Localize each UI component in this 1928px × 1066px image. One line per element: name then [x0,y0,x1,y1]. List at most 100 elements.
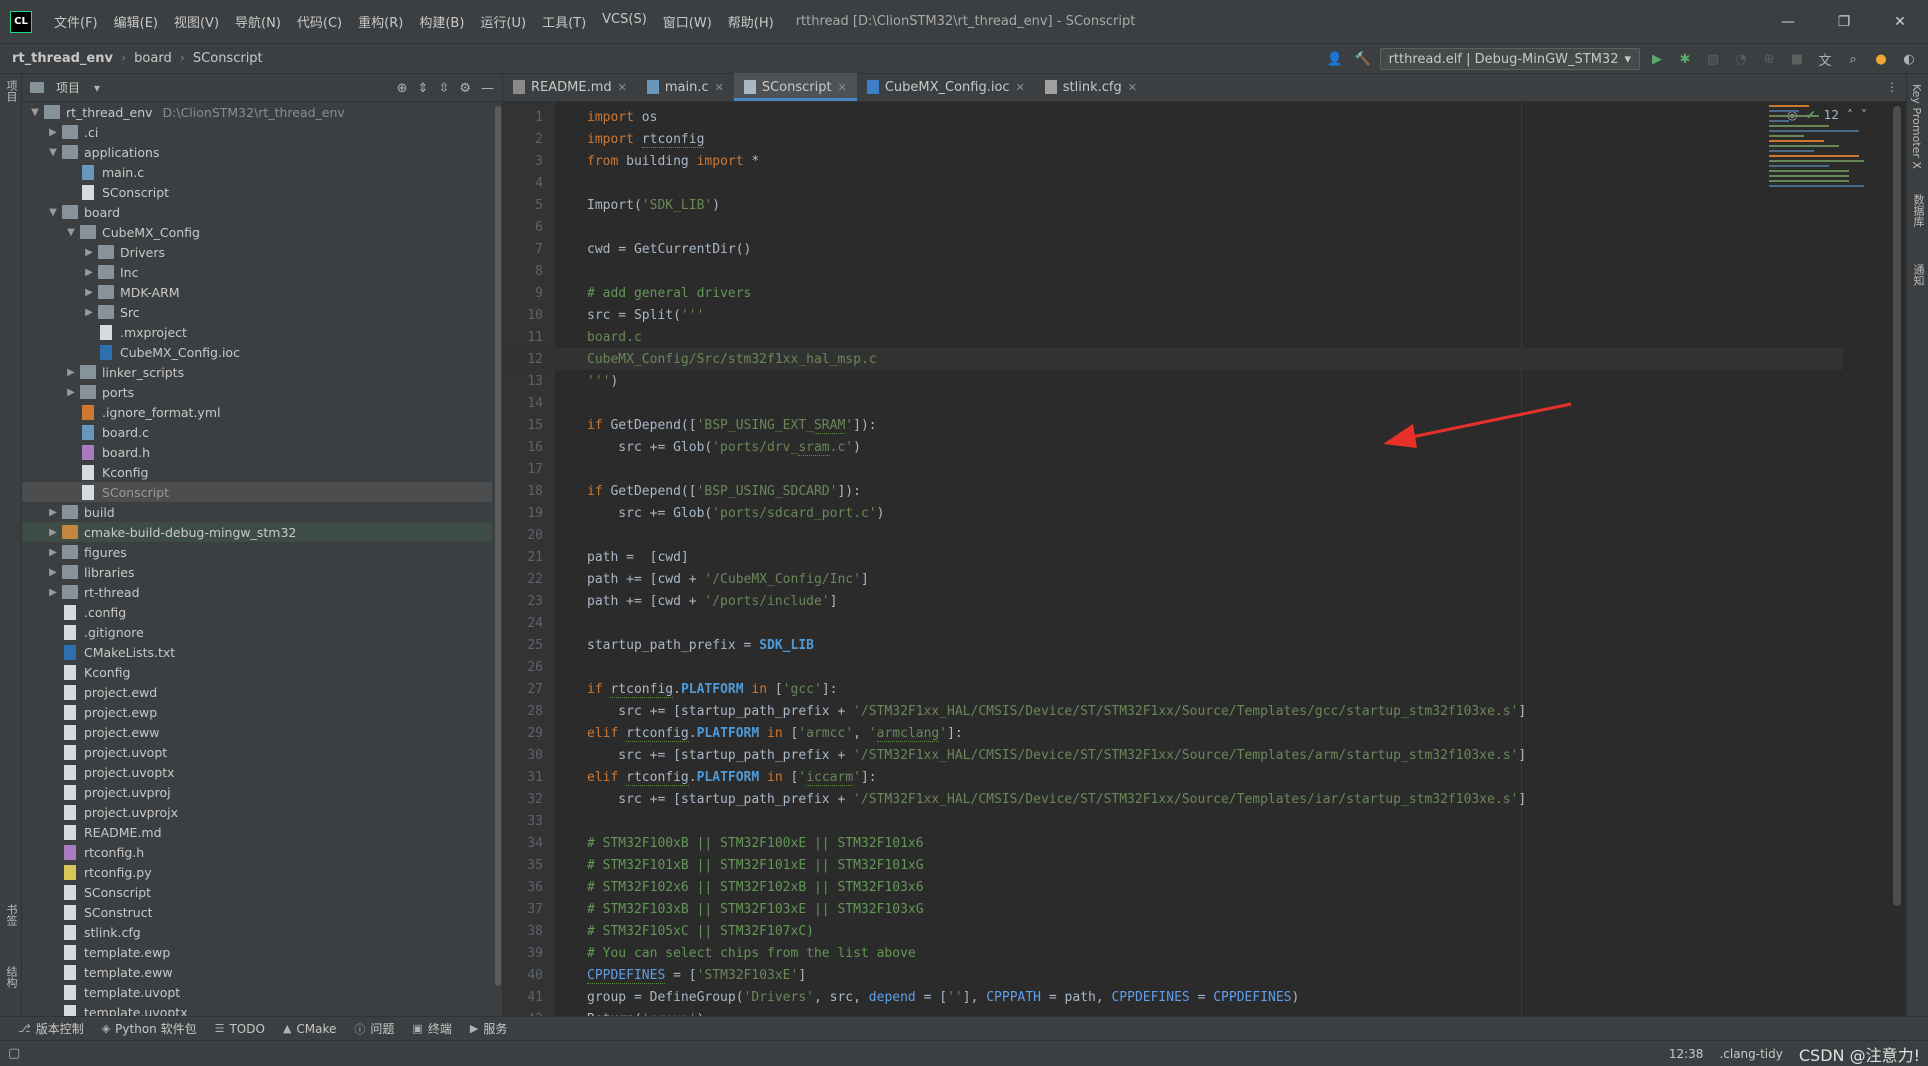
line-number[interactable]: 31 [503,770,543,785]
code-line[interactable]: 18 if GetDepend(['BSP_USING_SDCARD']): [503,480,1843,502]
bottom-tool-terminal[interactable]: ▣ 终端 [412,1020,451,1037]
chevron-right-icon[interactable]: ▶ [80,267,98,278]
close-icon[interactable]: ✕ [838,81,847,94]
line-number[interactable]: 39 [503,946,543,961]
close-icon[interactable]: ✕ [1016,81,1025,94]
code-line[interactable]: 34 # STM32F100xB || STM32F100xE || STM32F… [503,832,1843,854]
tree-item[interactable]: ▶ rt-thread [22,582,492,602]
code-line[interactable]: 32 src += [startup_path_prefix + '/STM32… [503,788,1843,810]
chevron-right-icon[interactable]: ▶ [44,587,62,598]
code-line[interactable]: 31 elif rtconfig.PLATFORM in ['iccarm']: [503,766,1843,788]
line-number[interactable]: 16 [503,440,543,455]
code-line[interactable]: 7 cwd = GetCurrentDir() [503,238,1843,260]
line-number[interactable]: 33 [503,814,543,829]
debug-icon[interactable]: ✱ [1674,48,1696,70]
bottom-tool-services[interactable]: ▶ 服务 [470,1020,507,1037]
tree-item[interactable]: rtconfig.h [22,842,492,862]
code-line[interactable]: 16 src += Glob('ports/drv_sram.c') [503,436,1843,458]
tree-item[interactable]: SConscript [22,482,492,502]
tree-item[interactable]: ▶ build [22,502,492,522]
attach-icon[interactable]: ⊕ [1758,48,1780,70]
tree-item[interactable]: project.uvoptx [22,762,492,782]
code-line[interactable]: 23 path += [cwd + '/ports/include'] [503,590,1843,612]
editor-tab[interactable]: CubeMX_Config.ioc ✕ [857,73,1035,101]
tree-item[interactable]: Kconfig [22,662,492,682]
code-line[interactable]: 25 startup_path_prefix = SDK_LIB [503,634,1843,656]
code-line[interactable]: 41 group = DefineGroup('Drivers', src, de… [503,986,1843,1008]
chevron-right-icon[interactable]: ▶ [80,247,98,258]
tree-item[interactable]: CubeMX_Config.ioc [22,342,492,362]
code-line[interactable]: 33 [503,810,1843,832]
line-number[interactable]: 26 [503,660,543,675]
editor-scrollbar[interactable] [1893,102,1901,1002]
code-line[interactable]: 20 [503,524,1843,546]
line-number[interactable]: 19 [503,506,543,521]
menu-item[interactable]: 导航(N) [227,12,289,31]
structure-tool-button[interactable]: 结构 [3,966,19,988]
tree-item[interactable]: ▼ CubeMX_Config [22,222,492,242]
bottom-tool-python-packages[interactable]: ◈ Python 软件包 [102,1020,197,1037]
tree-item[interactable]: board.h [22,442,492,462]
more-vertical-icon[interactable]: ⋮ [1886,80,1898,94]
code-line[interactable]: 1 import os [503,106,1843,128]
build-hammer-icon[interactable]: 🔨 [1352,48,1374,70]
line-number[interactable]: 18 [503,484,543,499]
tree-item[interactable]: project.ewd [22,682,492,702]
code-line[interactable]: 27 if rtconfig.PLATFORM in ['gcc']: [503,678,1843,700]
chevron-right-icon[interactable]: ▶ [44,527,62,538]
menu-item[interactable]: 编辑(E) [106,12,166,31]
menu-item[interactable]: 代码(C) [289,12,350,31]
tree-root[interactable]: ▼ rt_thread_env D:\ClionSTM32\rt_thread_… [22,102,492,122]
menu-item[interactable]: 帮助(H) [720,12,782,31]
line-number[interactable]: 11 [503,330,543,345]
code-line[interactable]: 42Return('group') [503,1008,1843,1017]
code-line[interactable]: 37 # STM32F103xB || STM32F103xE || STM32F… [503,898,1843,920]
code-line[interactable]: 24 [503,612,1843,634]
editor-tab[interactable]: SConscript ✕ [733,73,857,101]
line-number[interactable]: 14 [503,396,543,411]
tree-item[interactable]: SConscript [22,882,492,902]
tree-item[interactable]: project.ewp [22,702,492,722]
tree-item[interactable]: .gitignore [22,622,492,642]
bottom-tool-git[interactable]: ⎇ 版本控制 [18,1020,84,1037]
restore-button[interactable]: ❐ [1816,0,1872,44]
update-icon[interactable]: ● [1870,48,1892,70]
tree-item[interactable]: ▶ figures [22,542,492,562]
code-line[interactable]: 40 CPPDEFINES = ['STM32F103xE'] [503,964,1843,986]
line-number[interactable]: 9 [503,286,543,301]
line-number[interactable]: 13 [503,374,543,389]
code-line[interactable]: 38 # STM32F105xC || STM32F107xC) [503,920,1843,942]
tree-item[interactable]: .ignore_format.yml [22,402,492,422]
menu-item[interactable]: 运行(U) [472,12,534,31]
menu-item[interactable]: 工具(T) [534,12,594,31]
bottom-tool-cmake[interactable]: ▲ CMake [283,1022,336,1036]
code-editor[interactable]: ◎ ✔ 12 ˄ ˅ 1import os2import rtconfig3fr… [503,102,1907,1016]
menu-item[interactable]: 视图(V) [166,12,227,31]
menu-item[interactable]: VCS(S) [594,12,655,31]
code-line[interactable]: 30 src += [startup_path_prefix + '/STM32… [503,744,1843,766]
code-line[interactable]: 17 [503,458,1843,480]
code-line[interactable]: 6 [503,216,1843,238]
code-line[interactable]: 13 ''') [503,370,1843,392]
code-line[interactable]: 28 src += [startup_path_prefix + '/STM32… [503,700,1843,722]
chevron-right-icon[interactable]: ▶ [62,387,80,398]
close-button[interactable]: ✕ [1872,0,1928,44]
line-number[interactable]: 28 [503,704,543,719]
plugin-icon[interactable]: ◐ [1898,48,1920,70]
code-line[interactable]: 12 CubeMX_Config/Src/stm32f1xx_hal_msp.c [503,348,1843,370]
tree-item[interactable]: .config [22,602,492,622]
menu-item[interactable]: 构建(B) [411,12,472,31]
translate-icon[interactable]: 文 [1814,48,1836,70]
tree-item[interactable]: ▶ .ci [22,122,492,142]
tree-item[interactable]: Kconfig [22,462,492,482]
line-number[interactable]: 2 [503,132,543,147]
tree-item[interactable]: SConstruct [22,902,492,922]
tree-item[interactable]: template.eww [22,962,492,982]
tree-item[interactable]: ▼ applications [22,142,492,162]
close-icon[interactable]: ✕ [1128,81,1137,94]
line-number[interactable]: 8 [503,264,543,279]
line-number[interactable]: 12 [503,352,543,367]
tree-item[interactable]: stlink.cfg [22,922,492,942]
tree-item[interactable]: project.uvprojx [22,802,492,822]
close-icon[interactable]: ✕ [618,81,627,94]
